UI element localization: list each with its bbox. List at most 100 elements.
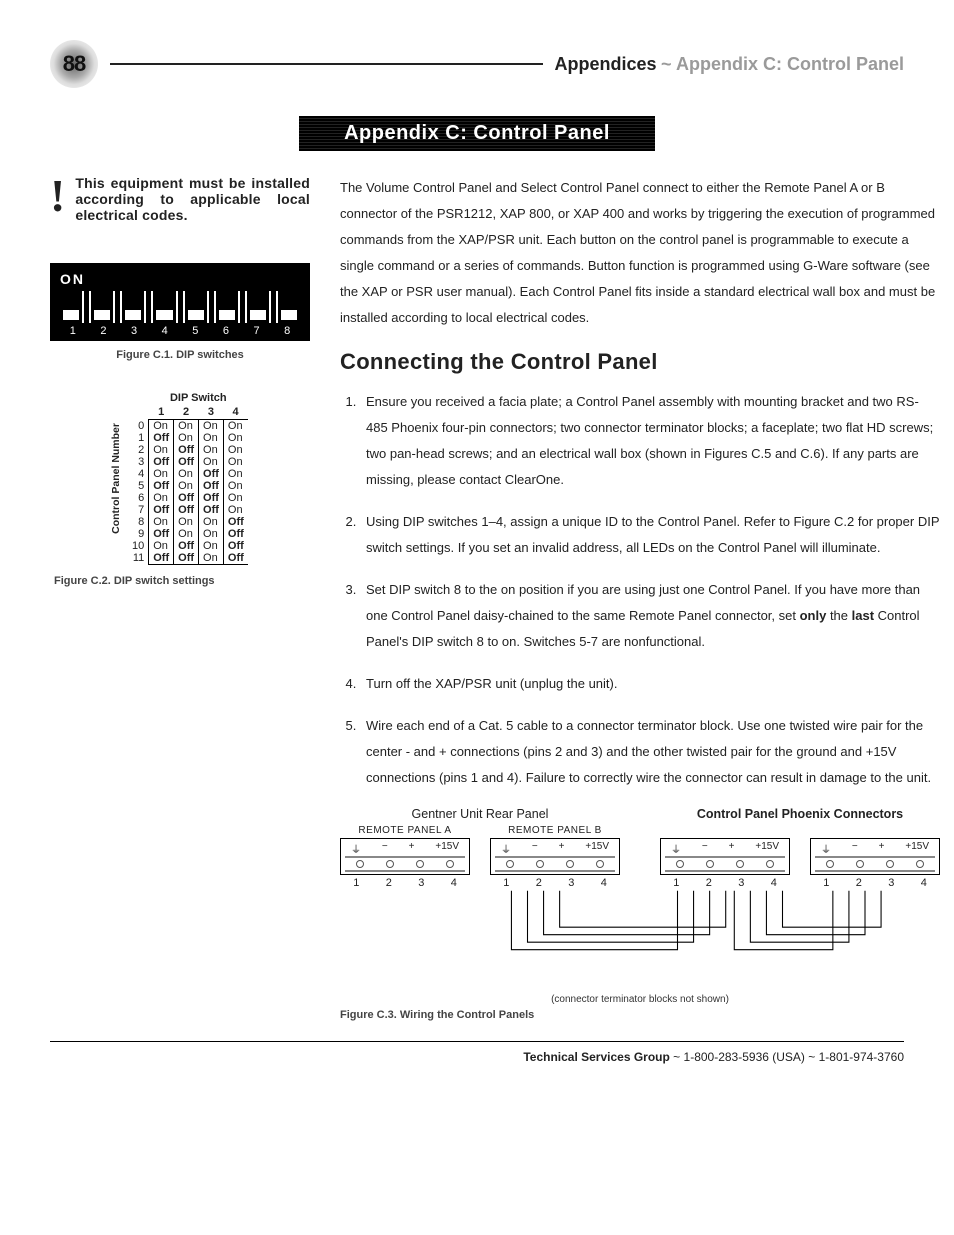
dip-cell: On bbox=[223, 468, 247, 480]
dip-row-number: 8 bbox=[128, 516, 149, 528]
connector-panel: REMOTE PANEL B⏚−++15V1234 bbox=[490, 825, 620, 889]
dip-cell: On bbox=[199, 420, 224, 433]
page-footer: Technical Services Group ~ 1-800-283-593… bbox=[50, 1050, 904, 1064]
dip-cell: On bbox=[223, 444, 247, 456]
step-4: Turn off the XAP/PSR unit (unplug the un… bbox=[360, 671, 940, 697]
dip-cell: On bbox=[199, 456, 224, 468]
dip-settings-table: Control Panel Number DIP Switch 1 2 3 4 … bbox=[110, 391, 310, 565]
cpp-title: Control Panel Phoenix Connectors bbox=[660, 807, 940, 821]
dip-cell: On bbox=[223, 456, 247, 468]
dip-cell: On bbox=[199, 540, 224, 552]
dip-num: 1 bbox=[60, 323, 86, 337]
dip-cell: On bbox=[174, 516, 199, 528]
diagram-note: (connector terminator blocks not shown) bbox=[340, 994, 940, 1005]
dip-cell: Off bbox=[223, 552, 247, 565]
header-section: Appendices bbox=[555, 54, 657, 74]
figure-c3-caption: Figure C.3. Wiring the Control Panels bbox=[340, 1009, 940, 1021]
dip-row-number: 6 bbox=[128, 492, 149, 504]
dip-cell: Off bbox=[174, 540, 199, 552]
dip-switch-diagram: ON 1 2 3 4 5 6 7 8 bbox=[50, 263, 310, 341]
dip-cell: On bbox=[223, 492, 247, 504]
footer-rule bbox=[50, 1041, 904, 1042]
dip-num: 5 bbox=[183, 323, 209, 337]
dip-cell: Off bbox=[199, 468, 224, 480]
dip-row-number: 11 bbox=[128, 552, 149, 565]
dip-cell: Off bbox=[174, 492, 199, 504]
dip-row-number: 0 bbox=[128, 420, 149, 433]
dip-cell: Off bbox=[223, 516, 247, 528]
connector-panel: ⏚−++15V1234 bbox=[810, 825, 940, 889]
dip-on-label: ON bbox=[60, 271, 300, 287]
section-heading: Connecting the Control Panel bbox=[340, 349, 940, 375]
dip-cell: On bbox=[174, 432, 199, 444]
dip-cell: On bbox=[149, 468, 174, 480]
dip-cell: On bbox=[149, 492, 174, 504]
dip-num: 4 bbox=[152, 323, 178, 337]
wiring-diagram: Gentner Unit Rear Panel Control Panel Ph… bbox=[340, 807, 940, 1021]
dip-num: 7 bbox=[244, 323, 270, 337]
dip-cell: On bbox=[174, 480, 199, 492]
dip-cell: On bbox=[149, 516, 174, 528]
header-title: Appendix C: Control Panel bbox=[676, 54, 904, 74]
dip-row-number: 7 bbox=[128, 504, 149, 516]
dip-cell: Off bbox=[223, 528, 247, 540]
dip-row-number: 10 bbox=[128, 540, 149, 552]
dip-cell: On bbox=[199, 432, 224, 444]
dip-cell: On bbox=[149, 540, 174, 552]
dip-cell: On bbox=[199, 516, 224, 528]
dip-cell: Off bbox=[149, 528, 174, 540]
dip-cell: On bbox=[174, 528, 199, 540]
figure-c1-caption: Figure C.1. DIP switches bbox=[50, 349, 310, 361]
page-header: 88 Appendices ~ Appendix C: Control Pane… bbox=[50, 40, 904, 88]
dip-cell: Off bbox=[174, 444, 199, 456]
dip-cell: Off bbox=[174, 504, 199, 516]
dip-cell: Off bbox=[149, 552, 174, 565]
dip-row-number: 5 bbox=[128, 480, 149, 492]
dip-row-number: 9 bbox=[128, 528, 149, 540]
header-tilde: ~ bbox=[661, 54, 672, 74]
dip-cell: Off bbox=[199, 504, 224, 516]
dip-row-number: 3 bbox=[128, 456, 149, 468]
dip-cell: On bbox=[223, 480, 247, 492]
dip-cell: Off bbox=[223, 540, 247, 552]
intro-paragraph: The Volume Control Panel and Select Cont… bbox=[340, 175, 940, 331]
dip-cell: On bbox=[174, 468, 199, 480]
dip-row-number: 4 bbox=[128, 468, 149, 480]
dip-cell: Off bbox=[174, 552, 199, 565]
dip-cell: On bbox=[199, 552, 224, 565]
dip-col-header: 3 bbox=[199, 405, 224, 420]
appendix-banner: Appendix C: Control Panel bbox=[299, 116, 655, 151]
connector-panel: ⏚−++15V1234 bbox=[660, 825, 790, 889]
dip-col-header: 4 bbox=[223, 405, 247, 420]
dip-col-header: 2 bbox=[174, 405, 199, 420]
dip-num: 3 bbox=[121, 323, 147, 337]
connector-panel: REMOTE PANEL A⏚−++15V1234 bbox=[340, 825, 470, 889]
dip-cell: Off bbox=[149, 480, 174, 492]
dip-table-row-label: Control Panel Number bbox=[110, 423, 122, 534]
dip-cell: Off bbox=[149, 504, 174, 516]
dip-num: 6 bbox=[213, 323, 239, 337]
dip-cell: Off bbox=[199, 480, 224, 492]
wiring-lines bbox=[340, 889, 940, 989]
dip-cell: On bbox=[149, 444, 174, 456]
dip-cell: Off bbox=[149, 456, 174, 468]
dip-cell: On bbox=[223, 420, 247, 433]
dip-cell: On bbox=[223, 432, 247, 444]
dip-col-header: 1 bbox=[149, 405, 174, 420]
dip-cell: On bbox=[149, 420, 174, 433]
dip-num: 8 bbox=[274, 323, 300, 337]
dip-table-group-header: DIP Switch bbox=[149, 391, 248, 405]
dip-num: 2 bbox=[91, 323, 117, 337]
dip-cell: On bbox=[199, 528, 224, 540]
step-5: Wire each end of a Cat. 5 cable to a con… bbox=[360, 713, 940, 791]
dip-cell: Off bbox=[149, 432, 174, 444]
dip-cell: Off bbox=[199, 492, 224, 504]
warning-text: This equipment must be installed accordi… bbox=[75, 175, 310, 223]
dip-row-number: 1 bbox=[128, 432, 149, 444]
warning-icon: ! bbox=[50, 175, 65, 223]
dip-cell: On bbox=[174, 420, 199, 433]
dip-cell: On bbox=[223, 504, 247, 516]
dip-cell: On bbox=[199, 444, 224, 456]
figure-c2-caption: Figure C.2. DIP switch settings bbox=[54, 575, 310, 587]
gentner-title: Gentner Unit Rear Panel bbox=[340, 807, 620, 821]
